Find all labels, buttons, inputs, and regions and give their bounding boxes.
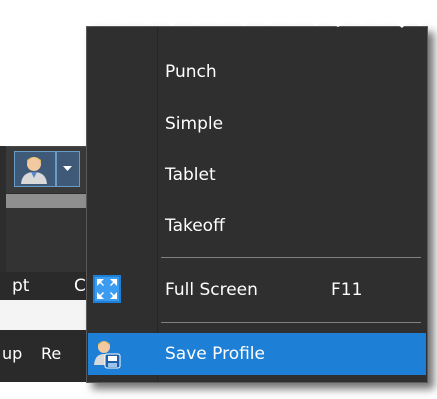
- app-tab-fragment[interactable]: pt: [12, 272, 29, 300]
- menu-item-tablet[interactable]: Tablet: [88, 154, 426, 196]
- app-bottom-fragment[interactable]: Re: [41, 344, 61, 363]
- menu-item-label: Tablet: [165, 165, 216, 185]
- menu-separator: [161, 257, 421, 258]
- menu-item-punch[interactable]: Punch: [88, 51, 426, 93]
- app-toolbar: [6, 146, 90, 193]
- torn-edge-decoration: [80, 0, 437, 28]
- menu-item-label: Takeoff: [165, 216, 225, 236]
- menu-item-simple[interactable]: Simple: [88, 103, 426, 145]
- menu-item-full-screen[interactable]: Full Screen F11: [88, 269, 426, 311]
- save-profile-icon: [94, 341, 121, 369]
- menu-separator: [161, 322, 421, 323]
- menu-item-takeoff[interactable]: Takeoff: [88, 205, 426, 247]
- menu-item-label: Simple: [165, 114, 224, 134]
- menu-item-save-profile[interactable]: Save Profile: [88, 333, 426, 375]
- profile-menu: Punch Simple Tablet Takeoff Full Screen …: [86, 26, 428, 383]
- app-bottom-row: up Re: [0, 330, 90, 382]
- menu-item-label: Save Profile: [165, 344, 265, 364]
- profile-button[interactable]: [14, 151, 56, 187]
- app-tab-fragment[interactable]: C: [74, 272, 86, 300]
- fullscreen-icon: [93, 275, 121, 303]
- menu-item-shortcut: F11: [331, 280, 363, 300]
- app-input-area[interactable]: [0, 300, 90, 330]
- profile-dropdown-arrow[interactable]: [56, 151, 80, 187]
- chevron-down-icon: [63, 166, 72, 171]
- app-tab-row: pt C: [0, 272, 90, 300]
- app-strip: [6, 194, 90, 208]
- user-profile-icon: [21, 157, 47, 184]
- app-panel: [6, 208, 90, 278]
- menu-item-label: Full Screen: [165, 280, 258, 300]
- app-bottom-fragment[interactable]: up: [2, 344, 22, 363]
- menu-item-label: Punch: [165, 62, 217, 82]
- background-app: pt C up Re: [0, 146, 90, 382]
